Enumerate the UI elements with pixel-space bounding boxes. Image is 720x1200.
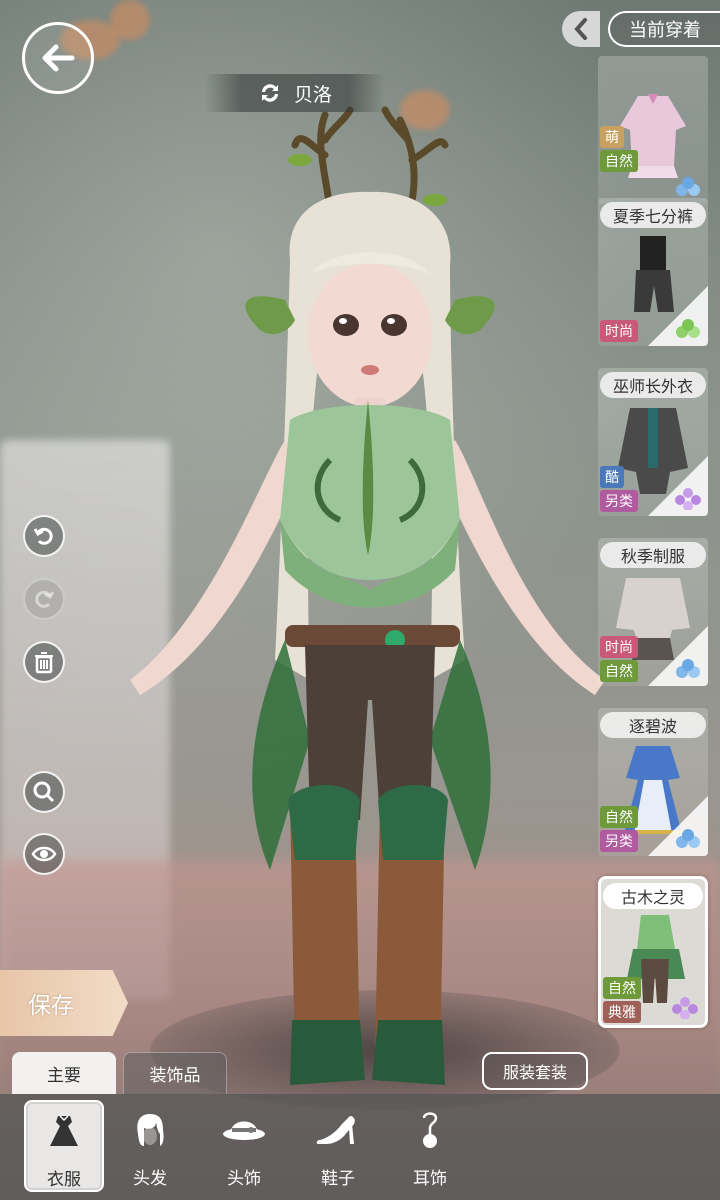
outfit-title: 逐碧波 bbox=[600, 712, 706, 738]
save-button[interactable]: 保存 bbox=[0, 970, 128, 1036]
tag-cute: 萌 bbox=[600, 126, 624, 148]
background-blossom bbox=[110, 0, 150, 40]
category-label: 耳饰 bbox=[413, 1169, 447, 1189]
outfit-card[interactable]: 巫师长外衣 酷 另类 bbox=[598, 368, 708, 516]
zoom-icon bbox=[33, 781, 55, 803]
tab-main[interactable]: 主要 bbox=[12, 1052, 116, 1094]
tag-elegant: 典雅 bbox=[603, 1001, 641, 1023]
collapse-panel-button[interactable] bbox=[562, 11, 600, 47]
blue-gem-icon bbox=[676, 177, 700, 196]
outfit-card[interactable]: 夏季七分裤 时尚 bbox=[598, 198, 708, 346]
tag-cool: 酷 bbox=[600, 466, 624, 488]
tag-natural: 自然 bbox=[603, 977, 641, 999]
category-label: 鞋子 bbox=[321, 1169, 355, 1189]
outfit-card[interactable]: 秋季制服 时尚 自然 bbox=[598, 538, 708, 686]
category-label: 头发 bbox=[133, 1169, 167, 1189]
blue-gem-icon bbox=[676, 829, 700, 848]
back-button[interactable] bbox=[22, 22, 94, 94]
trash-icon bbox=[35, 652, 53, 674]
outfit-title: 夏季七分裤 bbox=[600, 202, 706, 228]
category-headwear[interactable]: 头饰 bbox=[204, 1100, 284, 1192]
eye-icon bbox=[31, 846, 57, 862]
category-earrings[interactable]: 耳饰 bbox=[390, 1100, 470, 1192]
hat-icon bbox=[223, 1121, 265, 1140]
outfit-title: 秋季制服 bbox=[600, 542, 706, 568]
tag-natural: 自然 bbox=[600, 660, 638, 682]
switch-character-icon bbox=[261, 84, 278, 102]
outfit-card[interactable]: 萌 自然 bbox=[598, 56, 708, 204]
zoom-button[interactable] bbox=[23, 771, 65, 813]
undo-icon bbox=[33, 527, 53, 545]
tab-accessories[interactable]: 装饰品 bbox=[123, 1052, 227, 1094]
category-label: 衣服 bbox=[47, 1170, 81, 1190]
delete-button[interactable] bbox=[23, 641, 65, 683]
arrow-left-icon bbox=[42, 44, 75, 72]
tag-natural: 自然 bbox=[600, 150, 638, 172]
redo-button[interactable] bbox=[23, 578, 65, 620]
high-heel-icon bbox=[316, 1116, 355, 1144]
tag-alternative: 另类 bbox=[600, 490, 638, 512]
tag-alternative: 另类 bbox=[600, 830, 638, 852]
purple-flower-gem-icon bbox=[672, 997, 698, 1019]
blue-gem-icon bbox=[676, 659, 700, 678]
earring-icon bbox=[422, 1112, 438, 1148]
category-label: 头饰 bbox=[227, 1169, 261, 1189]
purple-flower-gem-icon bbox=[675, 488, 701, 510]
outfit-card[interactable]: 逐碧波 自然 另类 bbox=[598, 708, 708, 856]
current-wear-button[interactable]: 当前穿着 bbox=[608, 11, 720, 47]
outfit-panel-header: 当前穿着 bbox=[562, 10, 720, 48]
outfit-card-selected[interactable]: 古木之灵 自然 典雅 bbox=[598, 876, 708, 1028]
dress-icon bbox=[50, 1114, 78, 1146]
hair-icon bbox=[137, 1114, 164, 1146]
character-name-bar[interactable]: 贝洛 bbox=[205, 74, 385, 112]
outfit-set-button[interactable]: 服装套装 bbox=[482, 1052, 588, 1090]
undo-button[interactable] bbox=[23, 515, 65, 557]
category-shoes[interactable]: 鞋子 bbox=[298, 1100, 378, 1192]
tag-natural: 自然 bbox=[600, 806, 638, 828]
redo-icon bbox=[35, 590, 55, 608]
category-hair[interactable]: 头发 bbox=[110, 1100, 190, 1192]
tag-fashion: 时尚 bbox=[600, 320, 638, 342]
preview-button[interactable] bbox=[23, 833, 65, 875]
outfit-title: 巫师长外衣 bbox=[600, 372, 706, 398]
outfit-title: 古木之灵 bbox=[603, 883, 703, 909]
character-model[interactable] bbox=[110, 100, 630, 1090]
character-name: 贝洛 bbox=[293, 83, 332, 106]
green-gem-icon bbox=[676, 319, 700, 338]
category-clothes[interactable]: 衣服 bbox=[24, 1100, 104, 1192]
chevron-left-icon bbox=[574, 18, 587, 40]
tag-fashion: 时尚 bbox=[600, 636, 638, 658]
